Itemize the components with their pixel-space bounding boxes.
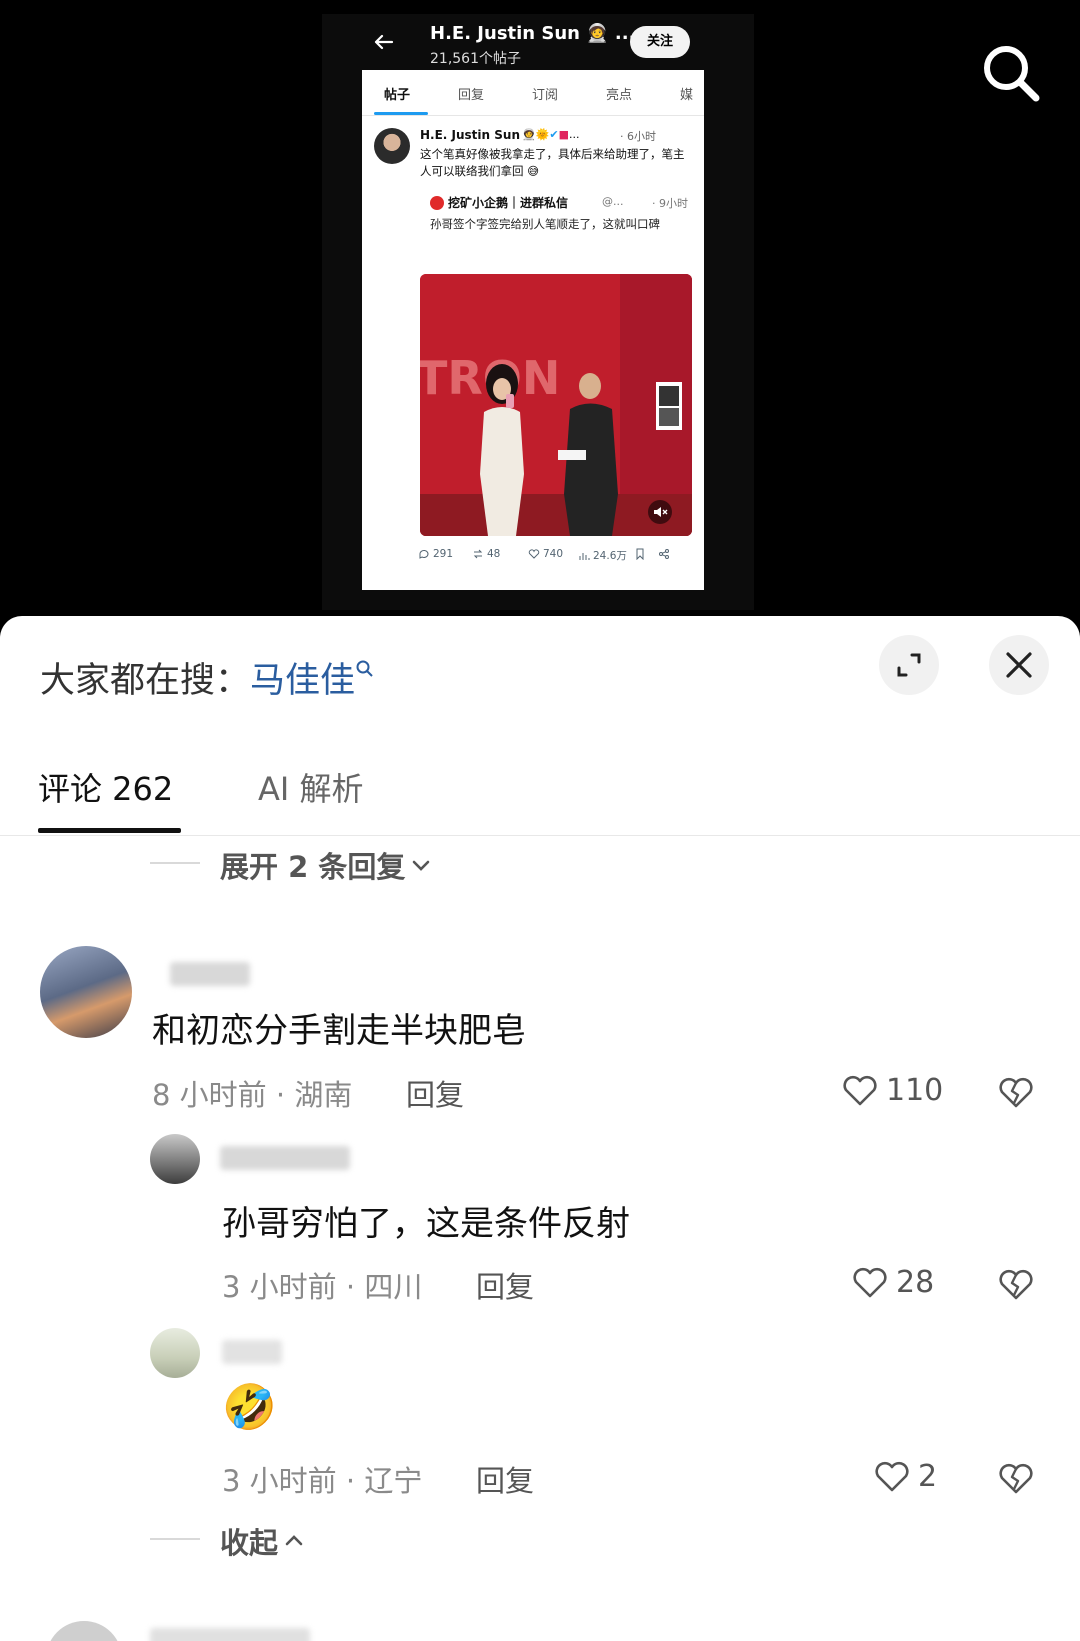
post-avatar <box>374 128 410 164</box>
expand-replies-button[interactable]: 展开 2 条回复 <box>220 844 433 886</box>
reply-button[interactable]: 回复 <box>476 1264 534 1306</box>
hot-search-bar[interactable]: 大家都在搜：马佳佳 <box>40 652 375 703</box>
tab-comments[interactable]: 评论 262 <box>38 764 173 810</box>
embed-tabs: 帖子 回复 订阅 亮点 媒 <box>362 70 704 116</box>
heart-outline-icon <box>853 1267 887 1298</box>
avatar[interactable] <box>150 1134 200 1184</box>
verified-badges-icon: 🧑‍🚀🌞✔■... <box>522 128 580 141</box>
hot-search-prefix: 大家都在搜： <box>40 661 251 701</box>
follow-button: 关注 <box>630 26 690 58</box>
share-icon <box>659 549 669 559</box>
comment-text: 孙哥穷怕了，这是条件反射 <box>222 1204 630 1244</box>
post-text: 这个笔真好像被我拿走了，具体后来给助理了，笔主人可以联络我们拿回 😅 <box>420 147 685 178</box>
reply-button[interactable]: 回复 <box>476 1458 534 1500</box>
like-count: 740 <box>528 548 563 560</box>
like-count: 2 <box>918 1458 938 1494</box>
comment-meta: 3 小时前 · 辽宁 <box>222 1464 423 1498</box>
hot-search-keyword[interactable]: 马佳佳 <box>250 661 355 701</box>
embed-tab-underline <box>374 112 428 115</box>
close-button[interactable] <box>989 635 1049 695</box>
embed-header: H.E. Justin Sun 🧑‍🚀 ... 21,561个帖子 关注 <box>322 14 754 70</box>
broken-heart-icon[interactable] <box>996 1458 1036 1498</box>
divider-line <box>150 1538 200 1540</box>
embed-tab-highlights: 亮点 <box>606 88 633 103</box>
avatar[interactable] <box>40 946 132 1038</box>
tabs-divider <box>0 835 1080 836</box>
username-blurred[interactable] <box>150 1628 310 1641</box>
username-blurred[interactable] <box>170 962 250 986</box>
avatar[interactable] <box>46 1621 122 1641</box>
embedded-screenshot: H.E. Justin Sun 🧑‍🚀 ... 21,561个帖子 关注 帖子 … <box>322 14 754 610</box>
post-count: 21,561个帖子 <box>430 51 521 67</box>
quote-time: · 9小时 <box>652 197 688 210</box>
embed-tab-posts: 帖子 <box>384 88 411 103</box>
like-count: 110 <box>886 1072 944 1108</box>
like-button[interactable]: 110 <box>840 1070 943 1110</box>
reply-button[interactable]: 回复 <box>406 1072 464 1114</box>
post-actions: 291 48 740 24.6万 <box>362 548 704 572</box>
photo-scene: TRON <box>420 274 692 536</box>
broken-heart-icon[interactable] <box>996 1264 1036 1304</box>
like-button[interactable]: 28 <box>850 1262 934 1302</box>
repost-count: 48 <box>472 548 500 560</box>
comment-meta: 3 小时前 · 四川 <box>222 1270 423 1304</box>
broken-heart-icon[interactable] <box>996 1072 1036 1112</box>
chevron-up-icon <box>285 1535 303 1546</box>
heart-outline-icon <box>528 549 540 559</box>
username-blurred[interactable] <box>220 1146 350 1170</box>
laughing-crying-emoji-icon: 🤣 <box>222 1382 277 1433</box>
close-icon <box>1006 652 1032 678</box>
video-area[interactable]: H.E. Justin Sun 🧑‍🚀 ... 21,561个帖子 关注 帖子 … <box>0 0 1080 640</box>
post-author: H.E. Justin Sun <box>420 128 520 142</box>
post-photo: TRON <box>420 274 692 536</box>
profile-name: H.E. Justin Sun 🧑‍🚀 ... <box>430 23 636 44</box>
embed-tab-replies: 回复 <box>458 88 485 103</box>
small-search-icon <box>356 660 373 678</box>
post-time: · 6小时 <box>620 130 656 143</box>
collapse-button[interactable]: 收起 <box>220 1520 306 1562</box>
quoted-post: 挖矿小企鹅｜进群私信 @... · 9小时 孙哥签个字签完给别人笔顺走了，这就叫… <box>420 188 696 268</box>
collapse-label: 收起 <box>220 1526 279 1560</box>
quote-avatar <box>430 196 444 210</box>
expand-button[interactable] <box>879 635 939 695</box>
avatar[interactable] <box>150 1328 200 1378</box>
chevron-down-icon <box>413 860 430 871</box>
comment-icon <box>419 549 429 559</box>
like-button[interactable]: 2 <box>872 1456 937 1496</box>
comment-text: 和初恋分手割走半块肥皂 <box>152 1011 526 1051</box>
views-icon <box>579 552 590 560</box>
heart-outline-icon <box>875 1461 909 1492</box>
mute-icon <box>648 500 672 524</box>
tab-ai-analysis[interactable]: AI 解析 <box>258 764 364 810</box>
comments-sheet: 大家都在搜：马佳佳 评论 262 AI 解析 展开 2 条回复 和初恋分手割走半… <box>0 616 1080 1641</box>
embed-tab-media: 媒 <box>680 88 694 103</box>
quote-text: 孙哥签个字签完给别人笔顺走了，这就叫口碑 <box>430 217 660 231</box>
quote-handle: @... <box>602 195 624 208</box>
repost-icon <box>473 549 483 559</box>
comment-meta: 8 小时前 · 湖南 <box>152 1078 353 1112</box>
username-blurred[interactable] <box>222 1340 282 1364</box>
back-arrow-icon <box>374 34 394 50</box>
expand-replies-label: 展开 2 条回复 <box>220 850 406 884</box>
heart-outline-icon <box>843 1075 877 1106</box>
expand-icon <box>897 653 921 677</box>
view-count: 24.6万 <box>578 548 627 563</box>
embed-tab-subs: 订阅 <box>532 88 559 103</box>
like-count: 28 <box>896 1264 935 1300</box>
embed-post-screen: 帖子 回复 订阅 亮点 媒 H.E. Justin Sun 🧑‍🚀🌞✔■... … <box>362 70 704 590</box>
quote-author: 挖矿小企鹅｜进群私信 <box>448 196 569 210</box>
search-icon[interactable] <box>976 38 1046 108</box>
comment-count: 291 <box>418 548 453 560</box>
tab-underline <box>38 828 181 833</box>
bookmark-icon <box>636 548 644 560</box>
divider-line <box>150 862 200 864</box>
